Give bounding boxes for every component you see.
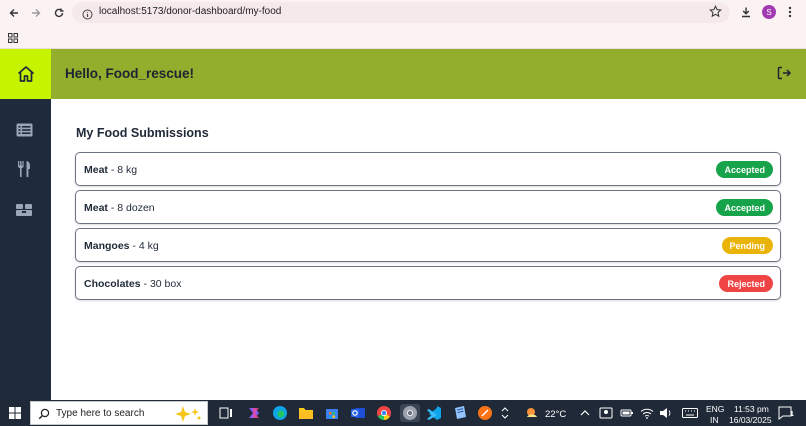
wifi-icon[interactable] bbox=[640, 404, 654, 422]
submissions-list: Meat - 8 kg Accepted Meat - 8 dozen Acce… bbox=[75, 152, 781, 304]
volume-icon[interactable] bbox=[659, 404, 673, 422]
chrome-icon[interactable] bbox=[376, 404, 392, 422]
copilot-icon[interactable] bbox=[246, 404, 262, 422]
page-title: My Food Submissions bbox=[76, 126, 209, 140]
kebab-menu-icon[interactable] bbox=[782, 4, 798, 20]
language-code[interactable]: ENG bbox=[706, 404, 724, 414]
item-name: Meat bbox=[84, 202, 108, 214]
windows-logo-icon bbox=[9, 407, 21, 419]
search-placeholder: Type here to search bbox=[56, 408, 145, 419]
status-badge: Rejected bbox=[719, 275, 773, 292]
boxes-icon bbox=[16, 204, 32, 216]
item-name: Meat bbox=[84, 164, 108, 176]
sparkle-icon bbox=[173, 405, 203, 426]
reload-icon[interactable] bbox=[50, 4, 68, 22]
taskbar-scroll-icon[interactable] bbox=[500, 404, 510, 422]
clock-date[interactable]: 16/03/2025 bbox=[729, 415, 772, 425]
list-item[interactable]: Chocolates - 30 box Rejected bbox=[75, 266, 781, 300]
region-code[interactable]: IN bbox=[710, 415, 719, 425]
sidebar-item-donations[interactable] bbox=[13, 200, 35, 220]
profile-avatar[interactable]: S bbox=[762, 5, 776, 19]
sidebar-item-list[interactable] bbox=[13, 120, 35, 140]
greeting-text: Hello, Food_rescue! bbox=[65, 66, 195, 81]
item-quantity: - 30 box bbox=[140, 278, 182, 290]
list-item[interactable]: Meat - 8 dozen Accepted bbox=[75, 190, 781, 224]
download-icon[interactable] bbox=[738, 4, 754, 20]
sidebar-item-home[interactable] bbox=[0, 49, 51, 99]
sidebar bbox=[0, 49, 51, 400]
item-description: Meat - 8 kg bbox=[84, 164, 137, 176]
item-description: Meat - 8 dozen bbox=[84, 202, 155, 214]
notification-count: 1 bbox=[790, 411, 794, 418]
weather-temperature: 22°C bbox=[545, 409, 567, 420]
list-item[interactable]: Mangoes - 4 kg Pending bbox=[75, 228, 781, 262]
item-quantity: - 8 kg bbox=[107, 164, 138, 176]
taskbar-search-input[interactable]: Type here to search bbox=[30, 401, 208, 425]
chrome-profile-icon[interactable] bbox=[400, 404, 420, 422]
item-quantity: - 4 kg bbox=[129, 240, 159, 252]
url-text: localhost:5173/donor-dashboard/my-food bbox=[99, 6, 282, 17]
edge-icon[interactable] bbox=[272, 404, 288, 422]
chevron-up-icon[interactable] bbox=[580, 404, 590, 422]
list-item[interactable]: Meat - 8 kg Accepted bbox=[75, 152, 781, 186]
status-badge: Accepted bbox=[716, 199, 773, 216]
item-quantity: - 8 dozen bbox=[107, 202, 155, 214]
store-icon[interactable] bbox=[324, 404, 340, 422]
keyboard-icon[interactable] bbox=[682, 404, 698, 422]
item-name: Mangoes bbox=[84, 240, 130, 252]
battery-icon bbox=[620, 404, 634, 422]
item-name: Chocolates bbox=[84, 278, 141, 290]
file-explorer-icon[interactable] bbox=[298, 404, 314, 422]
status-badge: Pending bbox=[721, 237, 773, 254]
logout-icon[interactable] bbox=[776, 65, 792, 86]
meet-now-icon[interactable] bbox=[599, 404, 613, 422]
app-header: Hello, Food_rescue! bbox=[51, 49, 806, 99]
apps-grid-icon[interactable] bbox=[8, 30, 18, 48]
home-icon bbox=[17, 66, 34, 82]
address-bar[interactable]: localhost:5173/donor-dashboard/my-food bbox=[72, 2, 730, 23]
clock-time[interactable]: 11:53 pm bbox=[734, 404, 769, 414]
item-description: Chocolates - 30 box bbox=[84, 278, 181, 290]
windows-taskbar: Type here to search 22°C ENG IN 11:53 pm… bbox=[0, 400, 806, 426]
item-description: Mangoes - 4 kg bbox=[84, 240, 159, 252]
notes-app-icon[interactable] bbox=[452, 404, 468, 422]
start-button[interactable] bbox=[9, 404, 21, 422]
browser-chrome: localhost:5173/donor-dashboard/my-food S bbox=[0, 0, 806, 48]
site-info-icon[interactable] bbox=[82, 7, 93, 25]
bookmark-star-icon[interactable] bbox=[709, 5, 722, 23]
search-icon bbox=[38, 407, 50, 425]
forward-icon[interactable] bbox=[27, 4, 45, 22]
status-badge: Accepted bbox=[716, 161, 773, 178]
utensils-icon bbox=[18, 161, 30, 177]
postman-icon[interactable] bbox=[477, 404, 493, 422]
sidebar-item-food[interactable] bbox=[13, 159, 35, 179]
list-icon bbox=[16, 123, 32, 137]
back-icon[interactable] bbox=[5, 4, 23, 22]
weather-icon bbox=[524, 404, 540, 422]
outlook-icon[interactable] bbox=[350, 404, 366, 422]
task-view-icon[interactable] bbox=[219, 404, 233, 422]
vscode-icon[interactable] bbox=[426, 404, 442, 422]
